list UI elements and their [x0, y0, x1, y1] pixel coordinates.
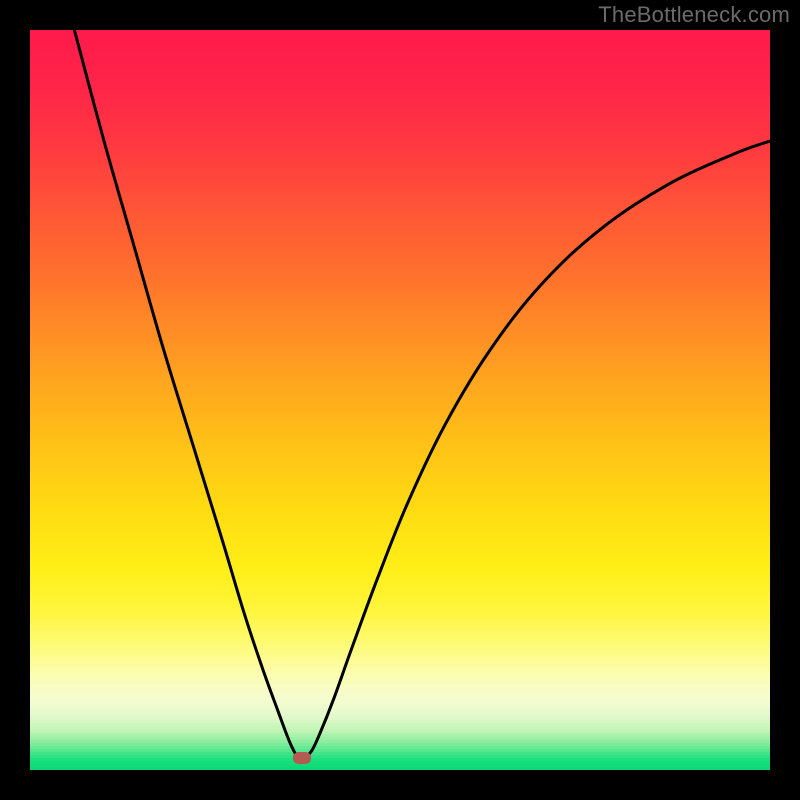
chart-stage: TheBottleneck.com	[0, 0, 800, 800]
optimal-point-marker	[293, 752, 311, 764]
curve-layer	[30, 30, 770, 770]
plot-area	[30, 30, 770, 770]
watermark-text: TheBottleneck.com	[598, 2, 790, 28]
bottleneck-curve	[74, 30, 770, 759]
